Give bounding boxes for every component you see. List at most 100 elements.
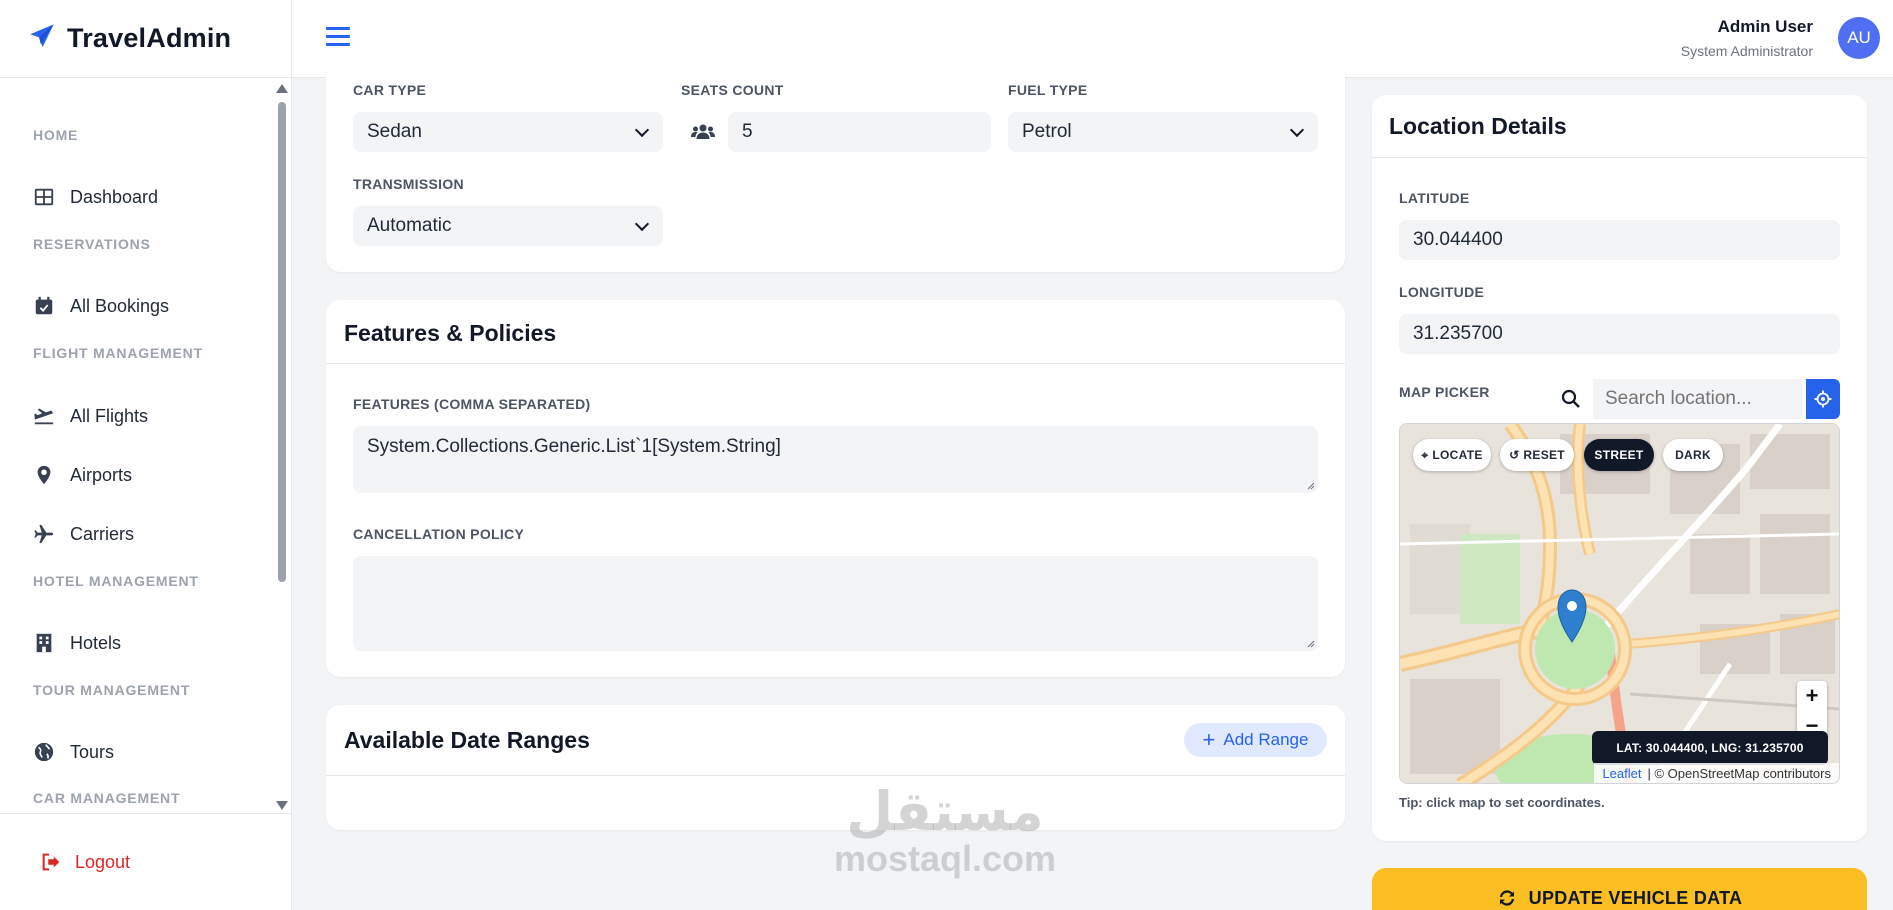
sidebar-item-label: Airports bbox=[70, 464, 133, 485]
undo-icon: ↺ bbox=[1509, 448, 1520, 462]
section-reservations: RESERVATIONS bbox=[33, 236, 151, 252]
map-tiles[interactable] bbox=[1400, 424, 1840, 784]
location-search bbox=[1549, 379, 1840, 419]
features-value: System.Collections.Generic.List`1[System… bbox=[367, 436, 781, 457]
sidebar-item-all-bookings[interactable]: All Bookings bbox=[0, 291, 169, 321]
scroll-up-arrow-icon[interactable] bbox=[276, 84, 288, 93]
date-ranges-title: Available Date Ranges bbox=[344, 727, 590, 753]
map-picker[interactable]: ⌖ LOCATE ↺ RESET STREET DARK + − LAT: 30.0… bbox=[1399, 423, 1840, 784]
section-home: HOME bbox=[33, 127, 79, 143]
cancellation-policy-textarea[interactable] bbox=[353, 556, 1318, 651]
cancellation-policy-label: CANCELLATION POLICY bbox=[353, 526, 525, 542]
map-street-layer-button[interactable]: STREET bbox=[1584, 439, 1654, 471]
sidebar-item-tours[interactable]: Tours bbox=[0, 737, 114, 767]
map-reset-button[interactable]: ↺ RESET bbox=[1500, 439, 1574, 471]
section-tour-management: TOUR MANAGEMENT bbox=[33, 682, 191, 698]
chevron-down-icon bbox=[1289, 122, 1305, 138]
longitude-value: 31.235700 bbox=[1413, 323, 1503, 344]
paper-plane-icon bbox=[28, 22, 67, 55]
fuel-type-value: Petrol bbox=[1022, 121, 1072, 142]
resize-handle-icon[interactable] bbox=[1305, 480, 1315, 490]
map-pin-icon bbox=[33, 464, 55, 486]
section-hotel-management: HOTEL MANAGEMENT bbox=[33, 573, 199, 589]
map-locate-button[interactable]: ⌖ LOCATE bbox=[1413, 439, 1491, 471]
watermark-arabic: مستقل bbox=[846, 780, 1044, 843]
map-locate-label: LOCATE bbox=[1432, 448, 1483, 462]
globe-icon bbox=[33, 741, 55, 763]
coordinate-readout: LAT: 30.044400, LNG: 31.235700 bbox=[1592, 731, 1828, 765]
transmission-label: TRANSMISSION bbox=[353, 176, 464, 192]
logout-label: Logout bbox=[75, 851, 131, 872]
divider bbox=[1372, 157, 1867, 158]
update-vehicle-data-button[interactable]: UPDATE VEHICLE DATA bbox=[1372, 868, 1867, 910]
add-range-button[interactable]: + Add Range bbox=[1184, 723, 1327, 757]
fuel-type-select[interactable]: Petrol bbox=[1008, 112, 1318, 152]
latitude-value: 30.044400 bbox=[1413, 229, 1503, 250]
search-location-input[interactable] bbox=[1593, 379, 1802, 419]
section-car-management: CAR MANAGEMENT bbox=[33, 790, 181, 806]
section-flight-management: FLIGHT MANAGEMENT bbox=[33, 345, 203, 361]
zoom-in-button[interactable]: + bbox=[1797, 681, 1827, 711]
sidebar-nav: HOME Dashboard RESERVATIONS All Bookings… bbox=[0, 78, 276, 813]
map-tip: Tip: click map to set coordinates. bbox=[1399, 795, 1605, 810]
user-name: Admin User bbox=[1717, 17, 1813, 36]
car-type-label: CAR TYPE bbox=[353, 82, 427, 98]
map-dark-layer-button[interactable]: DARK bbox=[1663, 439, 1723, 471]
sidebar-item-dashboard[interactable]: Dashboard bbox=[0, 182, 158, 212]
building-icon bbox=[33, 632, 55, 654]
seats-count-label: SEATS COUNT bbox=[681, 82, 784, 98]
seats-count-value: 5 bbox=[742, 121, 753, 142]
osm-attribution: | © OpenStreetMap contributors bbox=[1647, 765, 1832, 781]
divider bbox=[326, 775, 1345, 776]
features-card-title: Features & Policies bbox=[344, 320, 557, 346]
sidebar-item-label: Hotels bbox=[70, 632, 122, 653]
sidebar-item-hotels[interactable]: Hotels bbox=[0, 628, 121, 658]
chevron-down-icon bbox=[634, 122, 650, 138]
map-reset-label: RESET bbox=[1523, 448, 1565, 462]
sidebar-scrollbar[interactable] bbox=[276, 82, 288, 810]
plane-icon bbox=[33, 523, 55, 545]
watermark-latin: mostaql.com bbox=[833, 838, 1057, 879]
latitude-input[interactable]: 30.044400 bbox=[1399, 220, 1840, 260]
sidebar: TravelAdmin HOME Dashboard RESERVATIONS … bbox=[0, 0, 292, 910]
leaflet-link[interactable]: Leaflet bbox=[1602, 766, 1641, 781]
logout-icon bbox=[42, 853, 60, 871]
longitude-input[interactable]: 31.235700 bbox=[1399, 314, 1840, 354]
features-policies-card: Features & Policies FEATURES (COMMA SEPA… bbox=[326, 300, 1345, 677]
crosshair-locate-button[interactable] bbox=[1806, 379, 1840, 419]
brand[interactable]: TravelAdmin bbox=[0, 0, 291, 78]
car-type-select[interactable]: Sedan bbox=[353, 112, 663, 152]
transmission-select[interactable]: Automatic bbox=[353, 206, 663, 246]
divider bbox=[326, 363, 1345, 364]
features-textarea[interactable]: System.Collections.Generic.List`1[System… bbox=[353, 426, 1318, 493]
crosshair-icon bbox=[1814, 390, 1832, 408]
user-role: System Administrator bbox=[1680, 43, 1813, 59]
chevron-down-icon bbox=[634, 216, 650, 232]
map-attribution: Leaflet | © OpenStreetMap contributors bbox=[1594, 763, 1839, 783]
scroll-down-arrow-icon[interactable] bbox=[276, 801, 288, 810]
sidebar-item-label: All Bookings bbox=[70, 295, 170, 316]
sidebar-item-label: Dashboard bbox=[70, 186, 159, 207]
longitude-label: LONGITUDE bbox=[1399, 284, 1485, 300]
scrollbar-thumb[interactable] bbox=[278, 102, 286, 582]
sidebar-item-airports[interactable]: Airports bbox=[0, 460, 132, 490]
plus-icon: + bbox=[1202, 727, 1216, 752]
sync-icon bbox=[1499, 890, 1514, 906]
sidebar-item-label: Tours bbox=[70, 741, 115, 762]
sidebar-item-carriers[interactable]: Carriers bbox=[0, 519, 134, 549]
seats-count-input[interactable]: 5 bbox=[728, 112, 991, 152]
users-icon bbox=[681, 112, 725, 152]
sidebar-item-all-flights[interactable]: All Flights bbox=[0, 401, 148, 431]
location-details-card: Location Details LATITUDE 30.044400 LONG… bbox=[1372, 95, 1867, 841]
sidebar-item-label: All Flights bbox=[70, 405, 149, 426]
features-label: FEATURES (COMMA SEPARATED) bbox=[353, 396, 591, 412]
map-picker-label: MAP PICKER bbox=[1399, 384, 1490, 400]
logout-button[interactable]: Logout bbox=[0, 813, 291, 910]
crosshair-icon: ⌖ bbox=[1421, 447, 1429, 462]
hamburger-menu-icon[interactable] bbox=[326, 27, 350, 49]
resize-handle-icon[interactable] bbox=[1305, 638, 1315, 648]
car-type-value: Sedan bbox=[367, 121, 422, 142]
latitude-label: LATITUDE bbox=[1399, 190, 1470, 206]
avatar[interactable]: AU bbox=[1838, 17, 1880, 59]
calendar-check-icon bbox=[33, 295, 55, 317]
